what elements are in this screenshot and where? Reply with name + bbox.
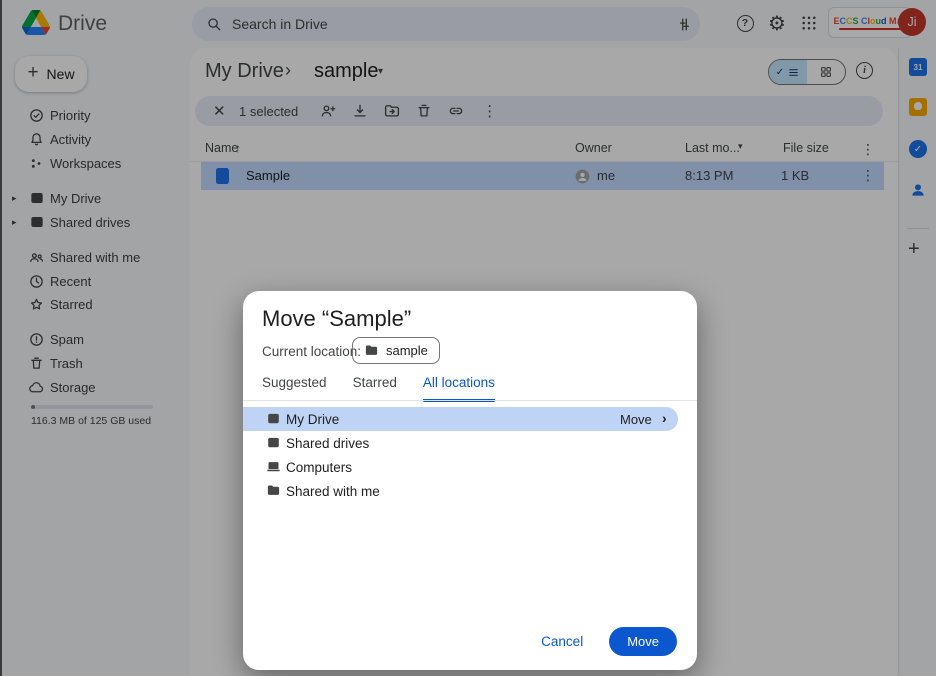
dialog-footer: Cancel Move <box>541 627 677 656</box>
tabs-divider <box>243 400 697 401</box>
computers-icon <box>266 459 281 477</box>
location-row-shared-drives[interactable]: Shared drives <box>243 431 697 455</box>
tab-starred[interactable]: Starred <box>353 375 397 402</box>
folder-icon <box>364 343 379 358</box>
shared-folder-icon <box>266 483 281 501</box>
tab-all-locations[interactable]: All locations <box>423 375 495 402</box>
inline-move-action[interactable]: Move <box>620 412 652 427</box>
cancel-button[interactable]: Cancel <box>541 634 583 649</box>
current-location-chip[interactable]: sample <box>352 337 440 364</box>
current-location-label: Current location: <box>262 344 361 359</box>
my-drive-icon <box>266 411 281 429</box>
move-dialog: Move “Sample” Current location: sample S… <box>243 291 697 670</box>
chevron-right-icon[interactable]: › <box>662 410 667 426</box>
dialog-title: Move “Sample” <box>262 306 411 332</box>
tab-suggested[interactable]: Suggested <box>262 375 327 402</box>
location-row-my-drive[interactable]: My Drive Move › <box>243 407 678 431</box>
dialog-tabs: Suggested Starred All locations <box>262 375 495 402</box>
location-row-computers[interactable]: Computers <box>243 455 697 479</box>
move-button[interactable]: Move <box>609 627 677 656</box>
location-row-shared-with-me[interactable]: Shared with me <box>243 479 697 503</box>
current-location-name: sample <box>386 343 428 358</box>
shared-drives-icon <box>266 435 281 453</box>
